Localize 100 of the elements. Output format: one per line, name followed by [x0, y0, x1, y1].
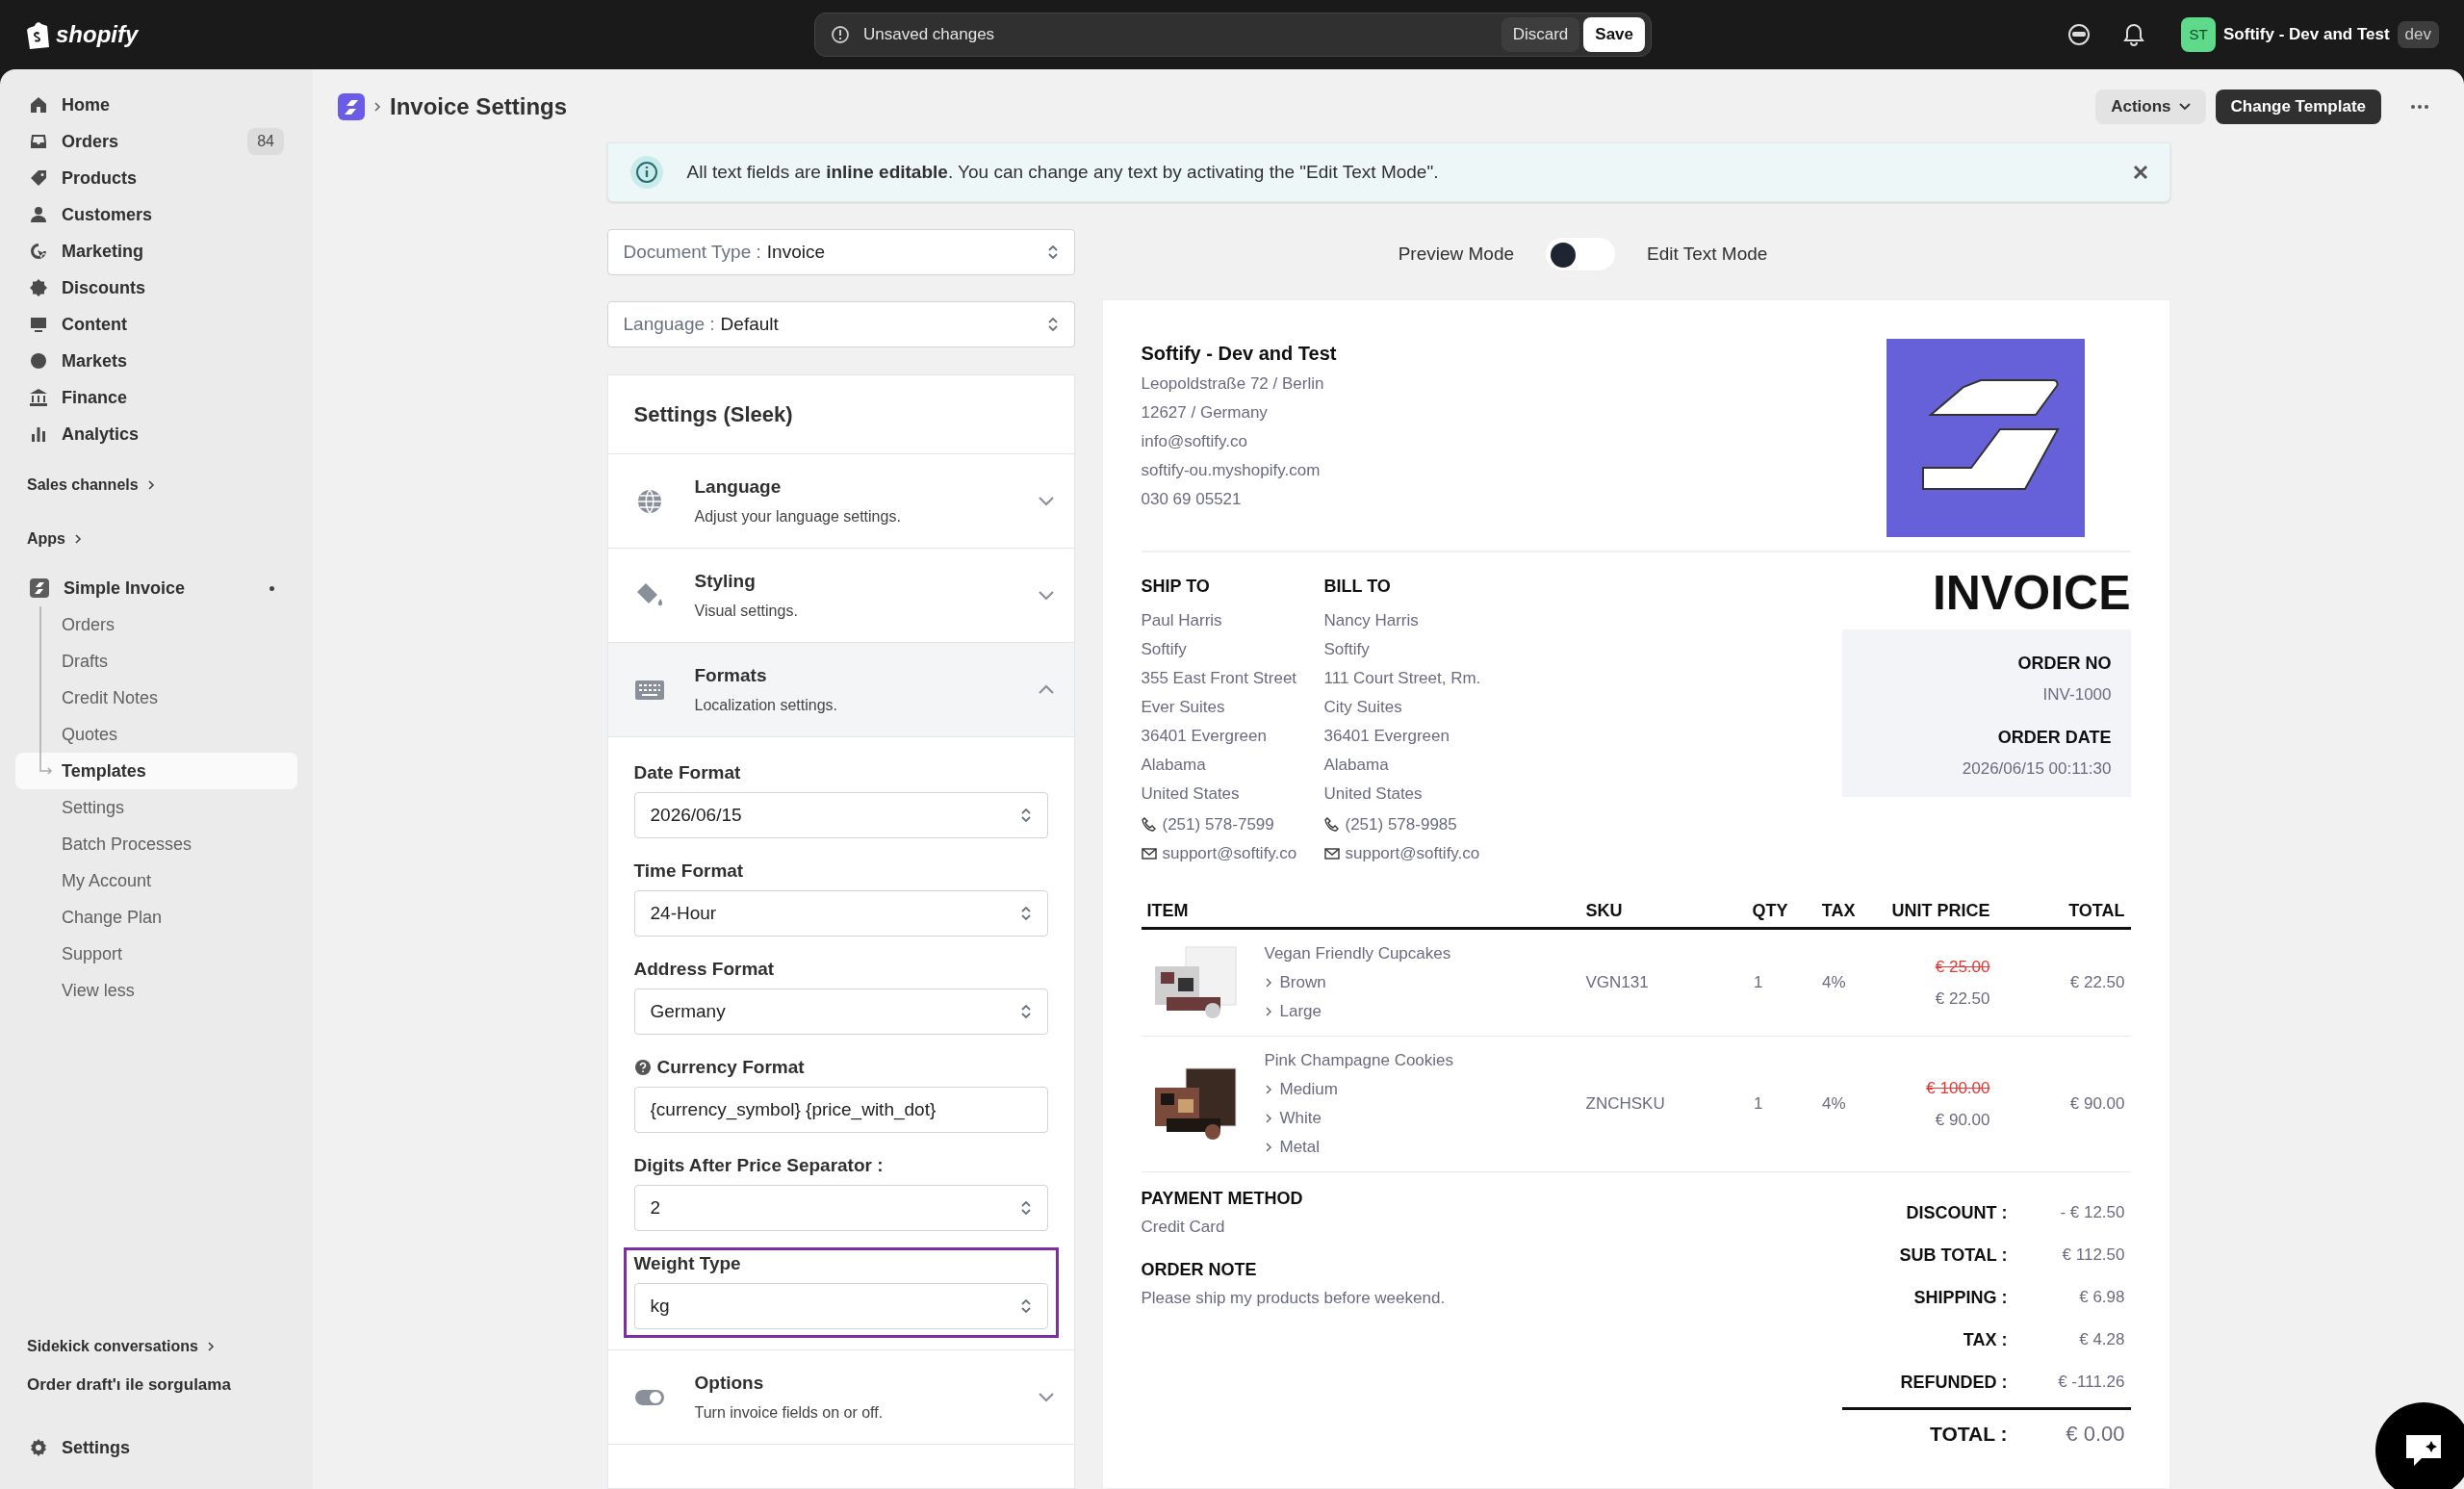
chevron-right-icon — [1264, 1084, 1272, 1095]
app-subnav-item[interactable]: Quotes — [15, 716, 297, 753]
select-arrows-icon — [1019, 905, 1032, 922]
summary-value: € 112.50 — [2061, 1245, 2126, 1267]
address-line: Nancy Harris — [1323, 610, 1420, 631]
field-label: Currency Format — [656, 1055, 805, 1079]
change-template-button[interactable]: Change Template — [2215, 90, 2381, 124]
phone-number: (251) 578-7599 — [1162, 814, 1274, 836]
nav-item[interactable]: Customers — [15, 196, 297, 233]
phone-number: (251) 578-9985 — [1345, 814, 1457, 836]
app-logo-icon — [29, 578, 50, 599]
conversation-item[interactable]: Order draft'ı ile sorgulama — [15, 1368, 297, 1402]
company-detail: 030 69 05521 — [1141, 489, 1243, 510]
mode-toggle[interactable] — [1545, 237, 1617, 271]
summary-label: SUB TOTAL : — [1898, 1244, 2008, 1267]
summary-label: TAX : — [1962, 1328, 2008, 1351]
discard-button[interactable]: Discard — [1501, 17, 1580, 52]
nav-item[interactable]: Home — [15, 87, 297, 123]
address-line: Softify — [1323, 639, 1371, 660]
chevron-down-icon — [1037, 496, 1055, 506]
chevron-up-icon — [1037, 684, 1055, 695]
summary-label: DISCOUNT : — [1905, 1201, 2008, 1224]
address-line: 111 Court Street, Rm. — [1323, 668, 1482, 689]
summary-label: SHIPPING : — [1912, 1286, 2008, 1309]
app-subnav-item[interactable]: Orders — [15, 606, 297, 643]
settings-title: Settings (Sleek) — [633, 401, 793, 428]
more-icon[interactable] — [2410, 104, 2429, 110]
note-heading: ORDER NOTE — [1141, 1259, 1258, 1281]
accordion-header[interactable]: Formats Localization settings. — [607, 643, 1074, 737]
language-select[interactable]: Language : Default — [606, 301, 1075, 347]
sku-cell-text: VGN131 — [1585, 972, 1650, 994]
settings-nav-item[interactable]: Settings — [15, 1429, 297, 1466]
store-badge: dev — [2397, 21, 2439, 48]
nav-item[interactable]: Analytics — [15, 416, 297, 452]
unit-price: € 22.50 — [1935, 988, 1990, 1010]
monitor-icon — [29, 315, 48, 334]
app-subnav-item[interactable]: Batch Processes — [15, 826, 297, 862]
sidekick-icon[interactable] — [2067, 23, 2092, 46]
column-header: TAX — [1820, 900, 1856, 922]
nav-item[interactable]: Discounts — [15, 270, 297, 306]
app-subnav-item[interactable]: Settings — [15, 789, 297, 826]
summary-value: € -111.26 — [2057, 1372, 2126, 1394]
nav-item[interactable]: Finance — [15, 379, 297, 416]
payment-method: Credit Card — [1141, 1217, 1226, 1238]
email-address: support@softify.co — [1162, 843, 1297, 865]
order-date-value: 2026/06/15 00:11:30 — [1962, 757, 2112, 780]
chevron-right-icon — [205, 1341, 216, 1352]
party-heading: BILL TO — [1323, 576, 1392, 598]
store-menu[interactable]: ST Softify - Dev and Test dev — [2181, 17, 2439, 52]
nav-item[interactable]: Content — [15, 306, 297, 343]
variant-option: Brown — [1279, 970, 1326, 995]
apps-heading[interactable]: Apps — [15, 524, 297, 554]
select-field[interactable]: 2 — [633, 1185, 1048, 1231]
section-subtitle: Localization settings. — [694, 695, 839, 715]
app-subnav-item[interactable]: Templates — [15, 753, 297, 789]
chevron-right-icon — [73, 533, 83, 545]
app-subnav-item[interactable]: Change Plan — [15, 899, 297, 936]
banner-text: All text fields are inline editable. You can change any text by activating the "Edit Text Mode". — [686, 160, 1440, 184]
app-subnav-item[interactable]: Drafts — [15, 643, 297, 680]
sales-channels-heading[interactable]: Sales channels — [15, 470, 297, 501]
input-field[interactable]: {currency_symbol} {price_with_dot} — [633, 1087, 1048, 1133]
document-type-select[interactable]: Document Type : Invoice — [606, 229, 1075, 275]
app-subnav-item[interactable]: Support — [15, 936, 297, 972]
select-field[interactable]: kg — [633, 1283, 1048, 1329]
app-subnav-item[interactable]: My Account — [15, 862, 297, 899]
app-nav-item[interactable]: Simple Invoice — [15, 570, 297, 606]
badge-icon — [29, 278, 48, 297]
address-line: Alabama — [1141, 755, 1207, 776]
nav-item[interactable]: Products — [15, 160, 297, 196]
total-value: € 0.00 — [2065, 1421, 2126, 1448]
unsaved-message: Unsaved changes — [863, 24, 996, 46]
bell-icon[interactable] — [2123, 23, 2145, 46]
section-title: Formats — [694, 664, 768, 688]
variant-option: Metal — [1279, 1135, 1321, 1160]
alert-icon — [831, 25, 850, 44]
address-line: Alabama — [1323, 755, 1390, 776]
save-button[interactable]: Save — [1583, 17, 1645, 52]
unit-price: € 90.00 — [1935, 1110, 1990, 1131]
select-arrows-icon — [1019, 807, 1032, 824]
help-icon[interactable] — [633, 1059, 652, 1076]
section-title: Styling — [694, 570, 757, 594]
company-detail: softify-ou.myshopify.com — [1141, 460, 1322, 481]
select-field[interactable]: 2026/06/15 — [633, 792, 1048, 838]
sidekick-heading[interactable]: Sidekick conversations — [15, 1331, 297, 1362]
tax-cell-text: 4% — [1820, 1093, 1847, 1116]
select-field[interactable]: Germany — [633, 988, 1048, 1035]
select-field[interactable]: 24-Hour — [633, 890, 1048, 937]
phone-icon — [1141, 817, 1157, 833]
nav-item[interactable]: Marketing — [15, 233, 297, 270]
close-icon[interactable] — [2132, 165, 2148, 180]
tax-cell-text: 4% — [1820, 972, 1847, 994]
app-subnav-item[interactable]: Credit Notes — [15, 680, 297, 716]
address-line: 36401 Evergreen — [1141, 726, 1268, 747]
actions-button[interactable]: Actions — [2095, 90, 2206, 124]
nav-item[interactable]: Markets — [15, 343, 297, 379]
field-label: Weight Type — [633, 1251, 741, 1275]
variant-option: Large — [1279, 999, 1322, 1024]
nav-item[interactable]: Orders 84 — [15, 123, 297, 160]
info-icon — [629, 155, 664, 190]
app-subnav-item[interactable]: View less — [15, 972, 297, 1009]
